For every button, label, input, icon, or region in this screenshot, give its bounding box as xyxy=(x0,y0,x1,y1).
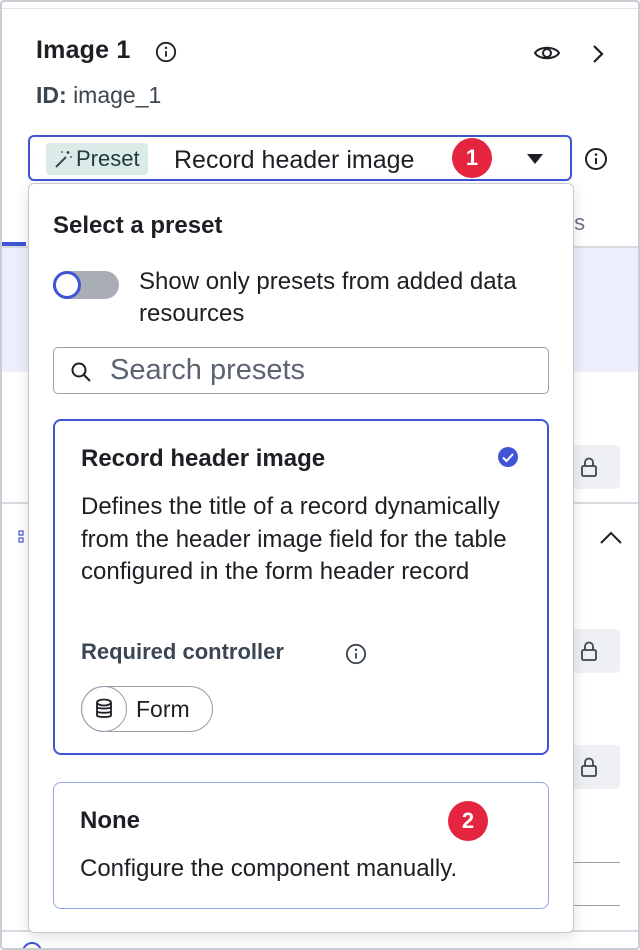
preset-card-description: Defines the title of a record dynamicall… xyxy=(81,493,507,585)
annotation-badge-2: 2 xyxy=(448,801,488,841)
preset-popover: Select a preset Show only presets from a… xyxy=(28,183,574,933)
chevron-right-icon[interactable] xyxy=(588,43,608,65)
database-icon xyxy=(95,698,112,718)
top-divider xyxy=(2,8,638,9)
search-box xyxy=(53,347,549,394)
lock-icon xyxy=(581,457,597,477)
search-input[interactable] xyxy=(110,352,530,388)
presets-filter-toggle[interactable] xyxy=(53,271,119,299)
preset-card-title: None xyxy=(80,807,140,834)
component-title: Image 1 xyxy=(36,36,131,64)
info-icon[interactable] xyxy=(155,41,177,63)
grip-icon xyxy=(18,530,24,543)
controller-name: Form xyxy=(136,696,190,722)
caret-down-icon[interactable] xyxy=(526,153,544,165)
annotation-badge-1: 1 xyxy=(452,138,492,178)
magic-wand-icon xyxy=(55,151,72,168)
eye-icon[interactable] xyxy=(533,43,561,63)
search-icon xyxy=(71,362,91,382)
preset-chip-label: Preset xyxy=(76,146,140,171)
id-label: ID: xyxy=(36,82,67,108)
properties-panel: Image 1 ID: image_1 ts Preset Record hea… xyxy=(0,0,640,950)
toggle-knob xyxy=(53,271,81,299)
preset-select-value: Record header image xyxy=(174,146,415,174)
radio-icon xyxy=(22,942,42,948)
lock-icon xyxy=(581,757,597,777)
info-icon[interactable] xyxy=(345,643,367,665)
controller-pill: Form xyxy=(80,685,213,732)
info-icon[interactable] xyxy=(584,147,608,171)
toggle-label: Show only presets from added data resour… xyxy=(139,268,517,327)
required-controller-label: Required controller xyxy=(81,639,284,664)
component-id: ID: image_1 xyxy=(36,82,161,109)
preset-card-record-header-image[interactable]: Record header image Defines the title of… xyxy=(53,419,549,755)
chevron-up-icon[interactable] xyxy=(598,528,624,548)
preset-card-none[interactable]: None Configure the component manually. xyxy=(53,782,549,909)
preset-card-title: Record header image xyxy=(81,445,326,472)
popover-title: Select a preset xyxy=(53,212,223,239)
lock-icon xyxy=(581,641,597,661)
preset-chip: Preset xyxy=(46,143,148,175)
check-circle-icon xyxy=(498,447,518,467)
id-value: image_1 xyxy=(73,82,162,108)
preset-card-description: Configure the component manually. xyxy=(80,855,458,882)
database-icon-wrap xyxy=(80,685,127,732)
